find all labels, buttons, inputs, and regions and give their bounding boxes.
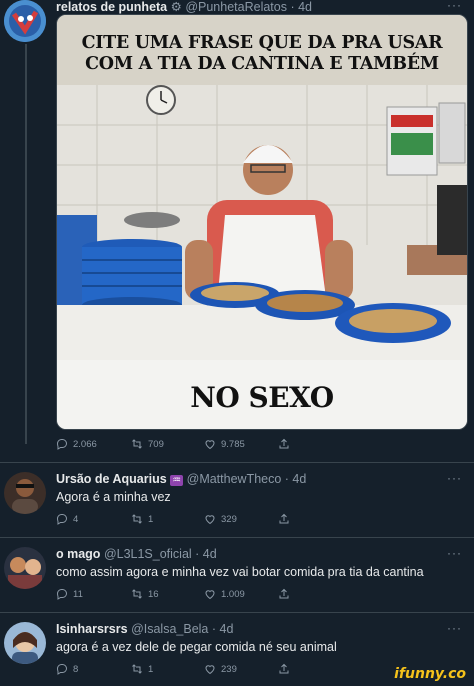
timestamp[interactable]: · 4d bbox=[212, 622, 234, 636]
tweet-actions: 4 1 329 bbox=[56, 513, 306, 527]
share-icon bbox=[279, 663, 289, 674]
tweet-text: agora é a vez dele de pegar comida né se… bbox=[56, 640, 337, 654]
avatar[interactable] bbox=[4, 622, 46, 664]
like-button[interactable]: 239 bbox=[204, 663, 237, 675]
retweet-icon bbox=[132, 514, 142, 524]
tweet-header: relatos de punheta ⚙ @PunhetaRelatos · 4… bbox=[56, 0, 312, 14]
share-button[interactable] bbox=[278, 513, 290, 525]
share-button[interactable] bbox=[278, 438, 290, 450]
reply-icon bbox=[56, 514, 68, 525]
retweet-button[interactable]: 1 bbox=[131, 513, 153, 525]
reply-count: 2.066 bbox=[73, 438, 97, 450]
retweet-icon bbox=[132, 664, 142, 674]
like-count: 9.785 bbox=[221, 438, 245, 450]
like-count: 1.009 bbox=[221, 588, 245, 600]
avatar[interactable] bbox=[4, 472, 46, 514]
tweet-header: o mago @L3L1S_oficial · 4d bbox=[56, 547, 217, 561]
reply-button[interactable]: 4 bbox=[56, 513, 78, 525]
like-icon bbox=[205, 515, 215, 525]
share-button[interactable] bbox=[278, 663, 290, 675]
verified-badge-icon: ⚙ bbox=[170, 0, 182, 14]
handle[interactable]: @Isalsa_Bela bbox=[131, 622, 208, 636]
reply-icon bbox=[56, 664, 68, 675]
like-button[interactable]: 9.785 bbox=[204, 438, 245, 450]
thread-line bbox=[25, 44, 27, 444]
timestamp[interactable]: · 4d bbox=[195, 547, 217, 561]
divider bbox=[0, 612, 474, 613]
timestamp[interactable]: · 4d bbox=[285, 472, 307, 486]
divider bbox=[0, 537, 474, 538]
avatar-image bbox=[4, 547, 46, 589]
like-button[interactable]: 329 bbox=[204, 513, 237, 525]
reply-count: 8 bbox=[73, 663, 79, 675]
reply-count: 11 bbox=[73, 588, 83, 600]
meme-top-line-1: CITE UMA FRASE QUE DA PRA USAR bbox=[81, 33, 443, 53]
display-name[interactable]: Isinharsrsrs bbox=[56, 622, 128, 636]
retweet-button[interactable]: 1 bbox=[131, 663, 153, 675]
divider bbox=[0, 462, 474, 463]
avatar[interactable] bbox=[4, 547, 46, 589]
aquarius-emoji-icon: ♒ bbox=[170, 475, 184, 486]
display-name[interactable]: Ursão de Aquarius bbox=[56, 472, 167, 486]
tweet-actions: 8 1 239 bbox=[56, 663, 306, 677]
display-name[interactable]: relatos de punheta bbox=[56, 0, 167, 14]
handle[interactable]: @L3L1S_oficial bbox=[104, 547, 192, 561]
meme-top-text: CITE UMA FRASE QUE DA PRA USAR COM A TIA… bbox=[57, 33, 467, 75]
like-icon bbox=[205, 665, 215, 675]
tweet-header: Isinharsrsrs @Isalsa_Bela · 4d bbox=[56, 622, 233, 636]
tweet-media-image[interactable]: CITE UMA FRASE QUE DA PRA USAR COM A TIA… bbox=[56, 14, 468, 430]
like-button[interactable]: 1.009 bbox=[204, 588, 245, 600]
retweet-button[interactable]: 16 bbox=[131, 588, 159, 600]
retweet-count: 1 bbox=[148, 513, 154, 525]
tweet-actions: 2.066 709 9.785 bbox=[56, 438, 306, 452]
like-icon bbox=[205, 590, 215, 600]
reply-count: 4 bbox=[73, 513, 79, 525]
share-icon bbox=[279, 588, 289, 599]
more-icon[interactable]: ··· bbox=[447, 471, 462, 485]
tweet-actions: 11 16 1.009 bbox=[56, 588, 306, 602]
share-icon bbox=[279, 438, 289, 449]
tweet-header: Ursão de Aquarius ♒ @MatthewTheco · 4d bbox=[56, 472, 306, 486]
like-count: 239 bbox=[221, 663, 237, 675]
tweet-text: como assim agora e minha vez vai botar c… bbox=[56, 565, 424, 579]
reply-icon bbox=[56, 589, 68, 600]
share-icon bbox=[279, 513, 289, 524]
retweet-button[interactable]: 709 bbox=[131, 438, 164, 450]
retweet-count: 709 bbox=[148, 438, 164, 450]
handle[interactable]: @PunhetaRelatos bbox=[185, 0, 287, 14]
meme-top-line-2: COM A TIA DA CANTINA E TAMBÉM bbox=[85, 54, 439, 74]
more-icon[interactable]: ··· bbox=[447, 546, 462, 560]
meme-bottom-text: NO SEXO bbox=[190, 381, 334, 414]
ifunny-watermark: ifunny.co bbox=[394, 666, 466, 682]
display-name[interactable]: o mago bbox=[56, 547, 100, 561]
reply-button[interactable]: 8 bbox=[56, 663, 78, 675]
avatar[interactable] bbox=[4, 0, 46, 42]
more-icon[interactable]: ··· bbox=[447, 0, 462, 12]
like-count: 329 bbox=[221, 513, 237, 525]
timestamp[interactable]: · 4d bbox=[290, 0, 312, 14]
avatar-spiderman-image bbox=[4, 0, 46, 42]
like-icon bbox=[205, 440, 215, 450]
handle[interactable]: @MatthewTheco bbox=[187, 472, 282, 486]
retweet-icon bbox=[132, 589, 142, 599]
tweet-text: Agora é a minha vez bbox=[56, 490, 171, 504]
reply-icon bbox=[56, 439, 68, 450]
share-button[interactable] bbox=[278, 588, 290, 600]
avatar-image bbox=[4, 472, 46, 514]
meme-photo bbox=[57, 15, 467, 429]
more-icon[interactable]: ··· bbox=[447, 621, 462, 635]
reply-button[interactable]: 11 bbox=[56, 588, 83, 600]
avatar-image bbox=[4, 622, 46, 664]
retweet-count: 1 bbox=[148, 663, 154, 675]
retweet-count: 16 bbox=[148, 588, 159, 600]
retweet-icon bbox=[132, 439, 142, 449]
reply-button[interactable]: 2.066 bbox=[56, 438, 97, 450]
